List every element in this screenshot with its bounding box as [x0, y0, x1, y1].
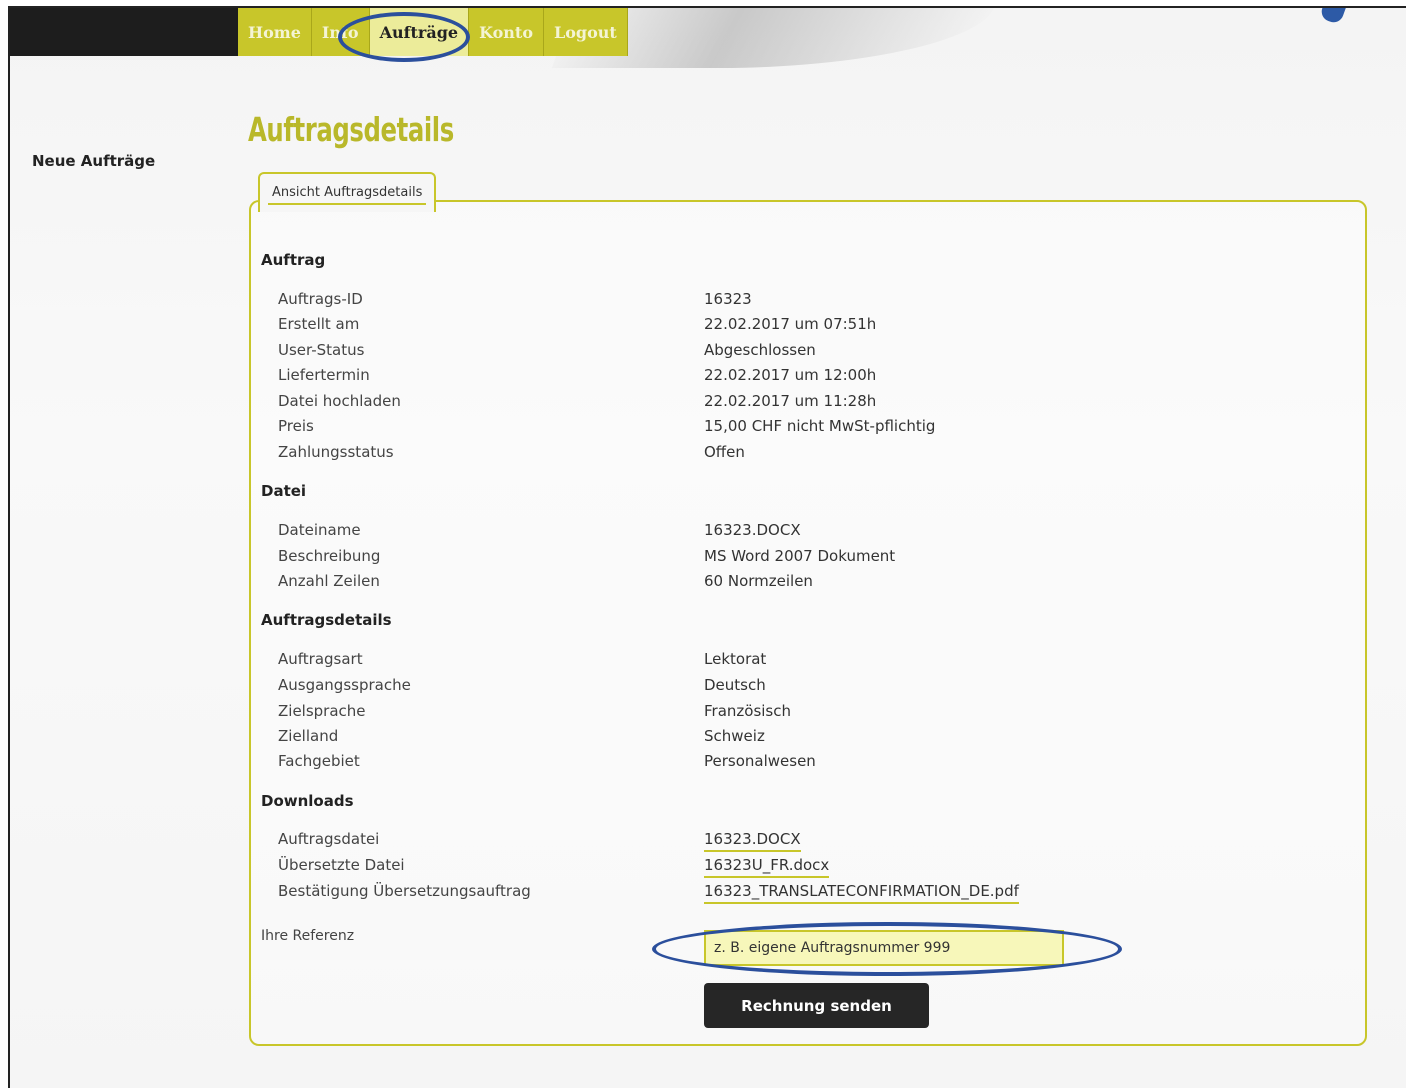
field-value: Französisch	[704, 702, 792, 720]
section-title-auftrag: Auftrag	[261, 251, 326, 269]
download-link-translated-file[interactable]: 16323U_FR.docx	[704, 856, 830, 878]
section-title-downloads: Downloads	[261, 792, 354, 810]
send-invoice-button[interactable]: Rechnung senden	[704, 983, 929, 1028]
section-title-datei: Datei	[261, 482, 307, 500]
field-value: MS Word 2007 Dokument	[704, 547, 896, 565]
field-value: 16323.DOCX	[704, 521, 801, 539]
field-label: Datei hochladen	[278, 392, 401, 410]
download-link-order-file[interactable]: 16323.DOCX	[704, 830, 801, 852]
field-label: Beschreibung	[278, 547, 381, 565]
field-value: 22.02.2017 um 12:00h	[704, 366, 877, 384]
section-title-details: Auftragsdetails	[261, 611, 392, 629]
field-label: Auftragsart	[278, 650, 363, 668]
nav-item-auftraege[interactable]: Aufträge	[369, 8, 470, 56]
field-value: Offen	[704, 443, 745, 461]
field-value: Lektorat	[704, 650, 767, 668]
field-label: Auftragsdatei	[278, 830, 380, 848]
field-label: Zielsprache	[278, 702, 366, 720]
field-value: 15,00 CHF nicht MwSt-pflichtig	[704, 417, 936, 435]
field-value: Personalwesen	[704, 752, 816, 770]
field-value: Deutsch	[704, 676, 766, 694]
field-label: Auftrags-ID	[278, 290, 363, 308]
field-label: Zielland	[278, 727, 339, 745]
field-label: Preis	[278, 417, 314, 435]
field-label: Anzahl Zeilen	[278, 572, 380, 590]
corner-logo-mark	[1318, 8, 1348, 26]
reference-input[interactable]	[704, 930, 1064, 966]
nav-item-konto[interactable]: Konto	[469, 8, 544, 56]
field-label: Zahlungsstatus	[278, 443, 394, 461]
field-label: Ausgangssprache	[278, 676, 411, 694]
field-label: Bestätigung Übersetzungsauftrag	[278, 882, 531, 900]
field-value: 60 Normzeilen	[704, 572, 813, 590]
field-value: 22.02.2017 um 11:28h	[704, 392, 877, 410]
main-nav: Home Info Aufträge Konto Logout	[238, 8, 628, 56]
sidebar-item-new-orders[interactable]: Neue Aufträge	[32, 152, 155, 170]
download-link-confirmation[interactable]: 16323_TRANSLATECONFIRMATION_DE.pdf	[704, 882, 1019, 904]
field-label: Dateiname	[278, 521, 361, 539]
tab-order-details-view[interactable]: Ansicht Auftragsdetails	[258, 172, 437, 212]
field-value: Schweiz	[704, 727, 765, 745]
field-label: Liefertermin	[278, 366, 370, 384]
field-label: Übersetzte Datei	[278, 856, 405, 874]
nav-item-logout[interactable]: Logout	[544, 8, 628, 56]
header-dark-block	[10, 8, 238, 56]
field-label: Fachgebiet	[278, 752, 360, 770]
field-value: Abgeschlossen	[704, 341, 816, 359]
field-label: User-Status	[278, 341, 365, 359]
tab-label: Ansicht Auftragsdetails	[268, 182, 427, 205]
nav-item-info[interactable]: Info	[312, 8, 370, 56]
page-title: Auftragsdetails	[248, 110, 454, 149]
field-label: Erstellt am	[278, 315, 360, 333]
reference-label: Ihre Referenz	[261, 928, 355, 944]
nav-item-home[interactable]: Home	[238, 8, 312, 56]
field-value: 16323	[704, 290, 752, 308]
field-value: 22.02.2017 um 07:51h	[704, 315, 877, 333]
